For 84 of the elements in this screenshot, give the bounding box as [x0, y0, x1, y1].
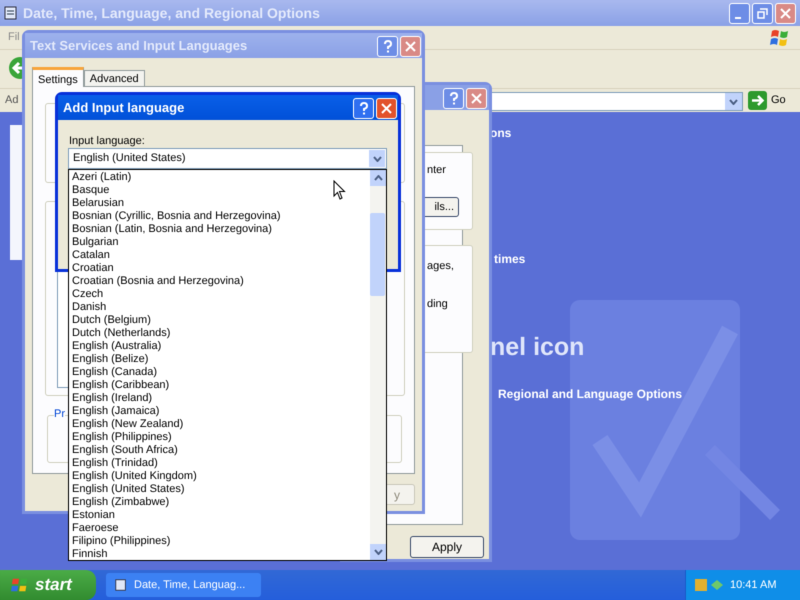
- description-text: ages,: [427, 259, 454, 274]
- scroll-thumb[interactable]: [370, 213, 385, 296]
- tab[interactable]: Advanced: [84, 70, 145, 87]
- address-field[interactable]: [490, 92, 743, 111]
- close-button[interactable]: [376, 98, 397, 119]
- tray-icons: [694, 577, 724, 593]
- close-icon: [381, 103, 392, 114]
- description-text: ding: [427, 297, 448, 312]
- language-option[interactable]: Dutch (Belgium): [72, 314, 368, 327]
- dropdown-arrow-button[interactable]: [725, 93, 742, 110]
- dialog-title: Add Input language: [63, 98, 184, 117]
- dialog-title: Text Services and Input Languages: [30, 36, 248, 55]
- language-option[interactable]: Catalan: [72, 249, 368, 262]
- minimize-button[interactable]: [729, 3, 750, 24]
- question-mark-icon: [448, 92, 458, 105]
- language-option[interactable]: English (South Africa): [72, 444, 368, 457]
- language-option[interactable]: English (Canada): [72, 366, 368, 379]
- scroll-down-button[interactable]: [370, 544, 386, 560]
- language-option[interactable]: English (United Kingdom): [72, 470, 368, 483]
- windows-flag-icon: [770, 28, 790, 48]
- close-button[interactable]: [466, 88, 487, 109]
- chevron-down-icon: [729, 98, 738, 104]
- apply-button[interactable]: Apply: [410, 536, 484, 558]
- language-option[interactable]: English (Trinidad): [72, 457, 368, 470]
- chevron-down-icon: [372, 156, 382, 162]
- language-combo-box[interactable]: English (United States): [68, 148, 387, 169]
- language-option[interactable]: English (Australia): [72, 340, 368, 353]
- language-option[interactable]: Croatian: [72, 262, 368, 275]
- language-option[interactable]: English (United States): [72, 483, 368, 496]
- language-option[interactable]: English (Caribbean): [72, 379, 368, 392]
- language-option[interactable]: Danish: [72, 301, 368, 314]
- language-option[interactable]: Czech: [72, 288, 368, 301]
- close-icon: [471, 93, 482, 104]
- language-option[interactable]: Bosnian (Latin, Bosnia and Herzegovina): [72, 223, 368, 236]
- language-option[interactable]: English (Belize): [72, 353, 368, 366]
- close-button[interactable]: [400, 36, 421, 57]
- go-button[interactable]: Go: [748, 91, 786, 110]
- description-text: nter: [427, 163, 446, 178]
- restore-icon: [757, 8, 768, 19]
- task-heading: times: [494, 251, 526, 268]
- chevron-down-icon: [374, 549, 382, 555]
- clock: 10:41 AM: [730, 578, 776, 593]
- language-option[interactable]: Filipino (Philippines): [72, 535, 368, 548]
- language-option[interactable]: Bulgarian: [72, 236, 368, 249]
- window-title: Date, Time, Language, and Regional Options: [23, 4, 320, 23]
- language-option[interactable]: Dutch (Netherlands): [72, 327, 368, 340]
- tab[interactable]: Settings: [32, 67, 84, 87]
- language-option[interactable]: English (Ireland): [72, 392, 368, 405]
- window-app-icon: [114, 578, 128, 592]
- question-mark-icon: [358, 102, 368, 115]
- language-option[interactable]: Finnish: [72, 548, 368, 561]
- language-option[interactable]: Bosnian (Cyrillic, Bosnia and Herzegovina): [72, 210, 368, 223]
- windows-flag-icon: [10, 576, 30, 594]
- address-label: Ad: [5, 93, 18, 108]
- taskbar-button[interactable]: Date, Time, Languag...: [106, 573, 261, 597]
- language-option[interactable]: Belarusian: [72, 197, 368, 210]
- chevron-up-icon: [374, 175, 382, 181]
- dropdown-arrow-button[interactable]: [369, 150, 385, 167]
- language-option[interactable]: Croatian (Bosnia and Herzegovina): [72, 275, 368, 288]
- mouse-pointer-icon: [333, 180, 346, 201]
- restore-button[interactable]: [752, 3, 773, 24]
- close-icon: [405, 41, 416, 52]
- panel-heading: nel icon: [490, 332, 584, 363]
- language-option[interactable]: English (Philippines): [72, 431, 368, 444]
- field-label: Input language:: [69, 134, 145, 149]
- window-app-icon: [3, 5, 19, 21]
- language-option[interactable]: Faeroese: [72, 522, 368, 535]
- help-button[interactable]: [377, 36, 398, 57]
- minimize-icon: [734, 16, 740, 18]
- language-option[interactable]: English (New Zealand): [72, 418, 368, 431]
- language-option[interactable]: Estonian: [72, 509, 368, 522]
- start-button[interactable]: start: [0, 570, 96, 600]
- question-mark-icon: [382, 40, 392, 53]
- scroll-up-button[interactable]: [370, 170, 386, 186]
- help-button[interactable]: [353, 98, 374, 119]
- language-option[interactable]: Azeri (Latin): [72, 171, 368, 184]
- language-option[interactable]: English (Jamaica): [72, 405, 368, 418]
- close-button[interactable]: [775, 3, 796, 24]
- close-icon: [780, 8, 791, 19]
- help-button[interactable]: [443, 88, 464, 109]
- language-option[interactable]: Basque: [72, 184, 368, 197]
- scrollbar[interactable]: [370, 170, 386, 560]
- control-panel-link[interactable]: Regional and Language Options: [498, 385, 682, 403]
- language-option[interactable]: English (Zimbabwe): [72, 496, 368, 509]
